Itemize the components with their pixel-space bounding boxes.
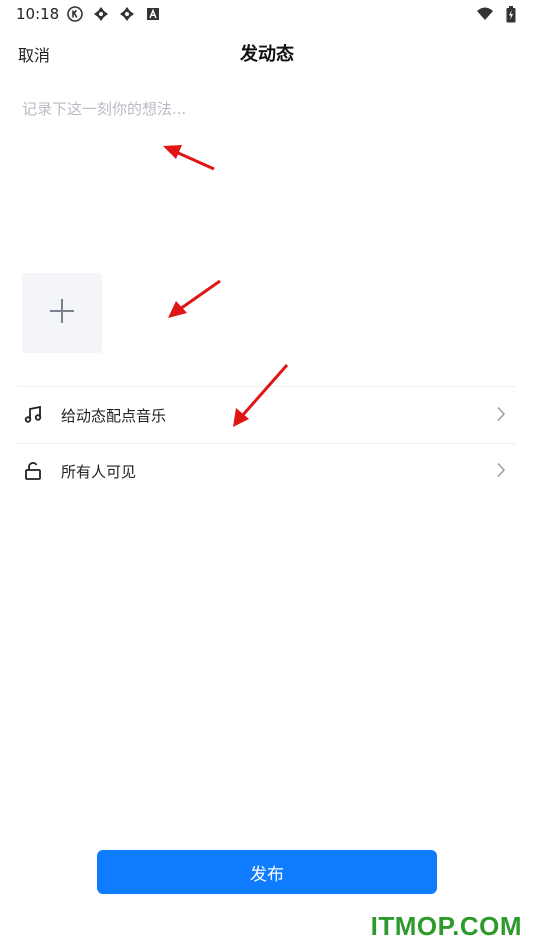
pinwheel-icon: [118, 5, 136, 23]
visibility-option-row[interactable]: 所有人可见: [18, 443, 516, 499]
add-media-button[interactable]: [22, 273, 102, 353]
status-notification-icons: [66, 5, 162, 23]
k-circle-icon: [66, 5, 84, 23]
annotation-arrow-icon: [168, 279, 221, 318]
post-text-input[interactable]: [22, 98, 512, 248]
music-note-icon: [22, 404, 44, 426]
status-system-icons: [476, 5, 520, 23]
music-option-row[interactable]: 给动态配点音乐: [18, 387, 516, 443]
page-title: 发动态: [240, 44, 294, 65]
nav-bar: 取消 发动态: [0, 30, 534, 74]
battery-charging-icon: [502, 5, 520, 23]
chevron-right-icon: [496, 406, 510, 424]
unlock-icon: [22, 460, 44, 482]
pinwheel-icon: [92, 5, 110, 23]
chevron-right-icon: [496, 462, 510, 480]
status-bar: 10:18: [0, 0, 534, 28]
music-option-label: 给动态配点音乐: [61, 406, 167, 425]
wifi-icon: [476, 5, 494, 23]
plus-icon: [49, 298, 75, 328]
a-box-icon: [144, 5, 162, 23]
status-time: 10:18: [16, 5, 60, 23]
publish-button[interactable]: 发布: [97, 850, 437, 894]
watermark-logo: ITMOP.COM: [370, 911, 522, 941]
visibility-option-label: 所有人可见: [61, 462, 137, 481]
